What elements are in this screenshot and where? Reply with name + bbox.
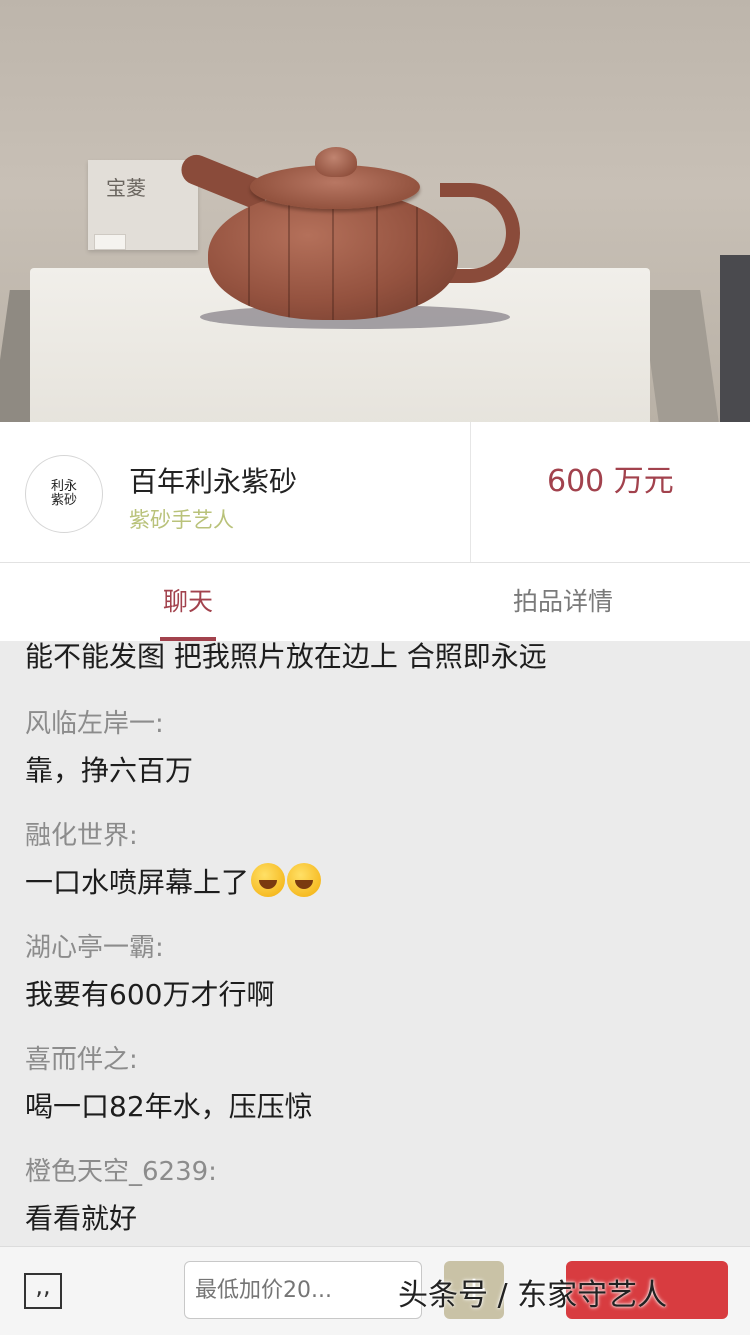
quote-icon[interactable]: ,, (24, 1273, 62, 1309)
chat-message-row: 一口水喷屏幕上了 (25, 861, 322, 901)
chat-message-text: 能不能发图 把我照片放在边上 合照即永远 (25, 641, 547, 673)
plaque-text: 宝菱 (106, 176, 146, 200)
watermark-text: 头条号 / 东家守艺人 (398, 1278, 668, 1313)
laugh-cry-emoji-icon (287, 863, 322, 897)
chat-list[interactable]: 能不能发图 把我照片放在边上 合照即永远 风临左岸一: 靠，挣六百万 融化世界:… (0, 641, 750, 1246)
avatar-seal-text: 利永紫砂 (50, 479, 77, 508)
bid-amount-input[interactable] (184, 1261, 422, 1319)
seller-role: 紫砂手艺人 (129, 508, 234, 532)
chat-username: 喜而伴之: (25, 1045, 138, 1075)
chat-username: 湖心亭一霸: (25, 933, 164, 963)
chat-message-text: 看看就好 (25, 1202, 138, 1235)
chat-message-text: 一口水喷屏幕上了 (25, 866, 250, 899)
divider (470, 422, 471, 562)
seller-avatar[interactable]: 利永紫砂 (25, 455, 103, 533)
chat-username: 橙色天空_6239: (25, 1157, 217, 1187)
chat-message-text: 我要有600万才行啊 (25, 978, 275, 1011)
tab-item-details[interactable]: 拍品详情 (498, 563, 628, 641)
chat-username: 风临左岸一: (25, 709, 164, 739)
current-price: 600 万元 (547, 464, 674, 499)
chat-username: 融化世界: (25, 821, 138, 851)
seller-name[interactable]: 百年利永紫砂 (129, 460, 297, 500)
tab-bar: 聊天 拍品详情 (0, 563, 750, 642)
teapot-image (160, 145, 530, 345)
chat-message-text: 靠，挣六百万 (25, 754, 194, 787)
laugh-cry-emoji-icon (251, 863, 286, 897)
tab-chat[interactable]: 聊天 (148, 563, 228, 641)
photo-background (720, 255, 750, 422)
chat-message-text: 喝一口82年水，压压惊 (25, 1090, 313, 1123)
seller-info-bar: 利永紫砂 百年利永紫砂 紫砂手艺人 600 万元 (0, 422, 750, 563)
pedestal-edge-right (640, 290, 720, 422)
product-photo[interactable]: 宝菱 (0, 0, 750, 422)
plaque-tag (94, 234, 126, 250)
